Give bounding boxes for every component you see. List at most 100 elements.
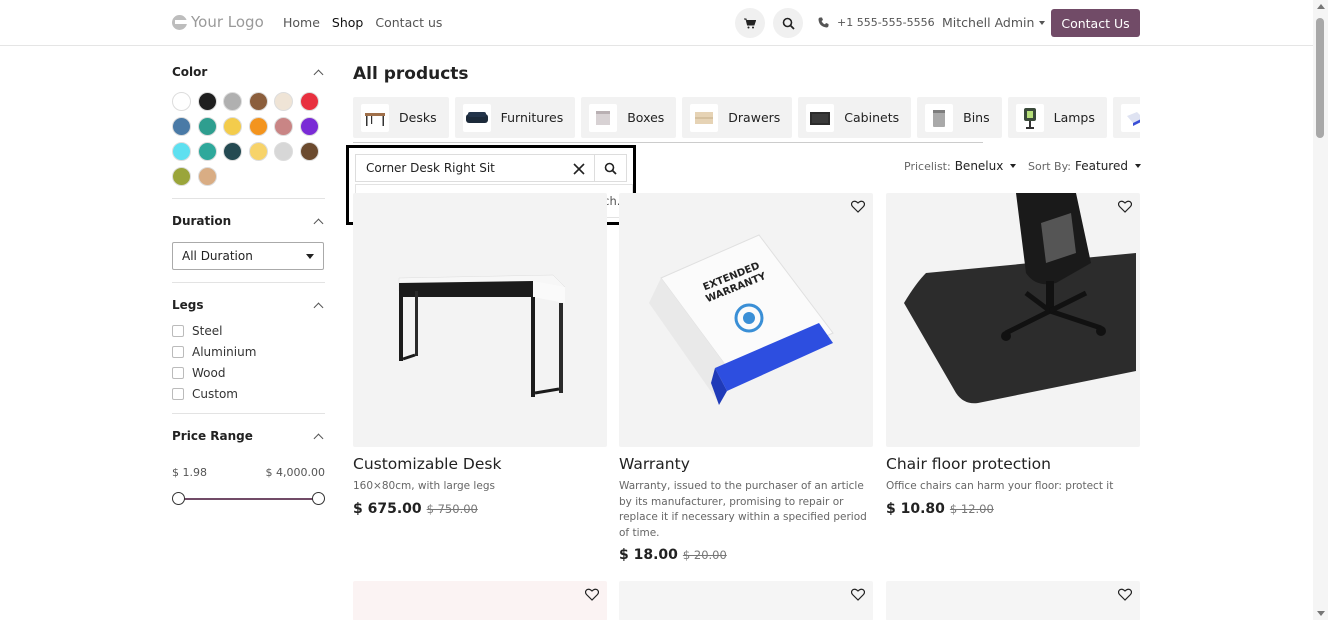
- product-card-customizable-desk[interactable]: Customizable Desk 160×80cm, with large l…: [353, 193, 607, 517]
- legs-option-wood[interactable]: Wood: [172, 366, 325, 380]
- product-description: Warranty, issued to the purchaser of an …: [619, 480, 867, 539]
- price-slider-min-handle[interactable]: [172, 492, 185, 505]
- heart-icon[interactable]: [851, 588, 865, 601]
- product-search-input[interactable]: Corner Desk Right Sit: [355, 154, 595, 182]
- color-swatch[interactable]: [172, 142, 191, 161]
- chevron-up-icon: [313, 69, 324, 79]
- product-image[interactable]: [353, 193, 607, 447]
- scroll-thumb[interactable]: [1316, 18, 1324, 138]
- category-desks[interactable]: Desks: [353, 97, 449, 138]
- chevron-down-icon: [306, 253, 314, 259]
- price-slider[interactable]: [172, 492, 325, 506]
- nav-home[interactable]: Home: [283, 15, 320, 30]
- heart-icon[interactable]: [1118, 200, 1132, 213]
- price-current: $ 675.00: [353, 500, 422, 517]
- color-swatch[interactable]: [248, 117, 268, 136]
- color-swatch[interactable]: [274, 117, 293, 136]
- category-cabinets[interactable]: Cabinets: [798, 97, 912, 138]
- product-card[interactable]: [353, 581, 607, 620]
- custom-label: Custom: [192, 387, 238, 401]
- duration-select[interactable]: All Duration: [172, 242, 324, 270]
- chair-mat-image: [904, 193, 1136, 404]
- color-swatch[interactable]: [197, 142, 217, 161]
- phone-number: +1 555-555-5556: [837, 16, 935, 29]
- color-swatch[interactable]: [197, 167, 217, 186]
- category-boxes[interactable]: Boxes: [581, 97, 677, 138]
- category-bins[interactable]: Bins: [917, 97, 1002, 138]
- color-swatch[interactable]: [223, 117, 242, 136]
- heart-icon[interactable]: [585, 588, 599, 601]
- page-scrollbar[interactable]: [1313, 0, 1328, 620]
- product-card-warranty[interactable]: EXTENDED WARRANTY Warranty Warranty, iss…: [619, 193, 873, 563]
- steel-checkbox[interactable]: [172, 325, 184, 337]
- warranty-box-image: [649, 234, 834, 405]
- scroll-up-arrow-icon[interactable]: [1317, 4, 1325, 9]
- category-cabinets-label: Cabinets: [844, 110, 900, 125]
- color-swatch[interactable]: [299, 117, 319, 136]
- legs-option-aluminium[interactable]: Aluminium: [172, 345, 325, 359]
- product-image[interactable]: EXTENDED WARRANTY: [619, 193, 873, 447]
- product-search-submit[interactable]: [595, 154, 627, 182]
- aluminium-label: Aluminium: [192, 345, 257, 359]
- sort-label: Sort By:: [1028, 159, 1072, 173]
- close-icon[interactable]: [572, 162, 586, 176]
- category-next[interactable]: [1112, 97, 1140, 138]
- nav-shop[interactable]: Shop: [332, 15, 363, 30]
- phone-link[interactable]: +1 555-555-5556: [818, 16, 935, 29]
- color-swatch[interactable]: [172, 92, 191, 111]
- page-title: All products: [353, 64, 469, 84]
- user-menu[interactable]: Mitchell Admin: [942, 15, 1046, 30]
- product-card[interactable]: [619, 581, 873, 620]
- price-slider-track: [178, 498, 319, 500]
- sort-dropdown[interactable]: Sort By: Featured: [1028, 159, 1141, 173]
- category-drawers[interactable]: Drawers: [682, 97, 793, 138]
- custom-checkbox[interactable]: [172, 388, 184, 400]
- product-card[interactable]: [886, 581, 1140, 620]
- nav-contact-us[interactable]: Contact us: [375, 15, 442, 30]
- heart-icon[interactable]: [851, 200, 865, 213]
- price-range-header[interactable]: Price Range: [172, 426, 325, 446]
- product-name[interactable]: Chair floor protection: [886, 455, 1140, 475]
- color-swatch[interactable]: [197, 92, 217, 111]
- cart-button[interactable]: [735, 8, 765, 38]
- wood-checkbox[interactable]: [172, 367, 184, 379]
- color-swatch[interactable]: [274, 142, 293, 161]
- legs-option-steel[interactable]: Steel: [172, 324, 325, 338]
- product-image[interactable]: [886, 193, 1140, 447]
- category-furnitures[interactable]: Furnitures: [454, 97, 576, 138]
- legs-filter-header[interactable]: Legs: [172, 295, 325, 315]
- heart-icon[interactable]: [1118, 588, 1132, 601]
- scroll-down-arrow-icon[interactable]: [1317, 611, 1325, 616]
- color-swatch[interactable]: [299, 92, 319, 111]
- legs-option-custom[interactable]: Custom: [172, 387, 325, 401]
- duration-filter-header[interactable]: Duration: [172, 211, 325, 231]
- color-swatch[interactable]: [248, 92, 268, 111]
- color-swatch[interactable]: [172, 167, 191, 186]
- aluminium-checkbox[interactable]: [172, 346, 184, 358]
- product-card-chair-floor-protection[interactable]: Chair floor protection Office chairs can…: [886, 193, 1140, 517]
- price-old: $ 20.00: [682, 548, 727, 562]
- color-swatch[interactable]: [274, 92, 293, 111]
- color-filter-header[interactable]: Color: [172, 62, 325, 82]
- category-lamps[interactable]: Lamps: [1007, 97, 1107, 138]
- color-swatch[interactable]: [299, 142, 319, 161]
- logo[interactable]: Your Logo: [172, 13, 264, 31]
- search-button[interactable]: [773, 8, 803, 38]
- pricelist-dropdown[interactable]: Pricelist: Benelux: [904, 159, 1017, 173]
- desk-thumbnail: [361, 103, 389, 132]
- color-swatch[interactable]: [197, 117, 217, 136]
- price-range-values: $ 1.98 $ 4,000.00: [172, 466, 325, 479]
- color-swatch[interactable]: [223, 92, 242, 111]
- wood-label: Wood: [192, 366, 226, 380]
- color-swatch[interactable]: [223, 142, 242, 161]
- sofa-thumbnail: [462, 103, 491, 132]
- contact-us-button[interactable]: Contact Us: [1051, 9, 1140, 37]
- product-name[interactable]: Customizable Desk: [353, 455, 607, 475]
- product-name[interactable]: Warranty: [619, 455, 873, 475]
- product-description: Office chairs can harm your floor: prote…: [886, 480, 1114, 492]
- color-swatch[interactable]: [248, 142, 268, 161]
- header: Your Logo Home Shop Contact us +1 555-55…: [0, 0, 1313, 46]
- price-slider-max-handle[interactable]: [312, 492, 325, 505]
- box-thumbnail: [589, 103, 618, 132]
- color-swatch[interactable]: [172, 117, 191, 136]
